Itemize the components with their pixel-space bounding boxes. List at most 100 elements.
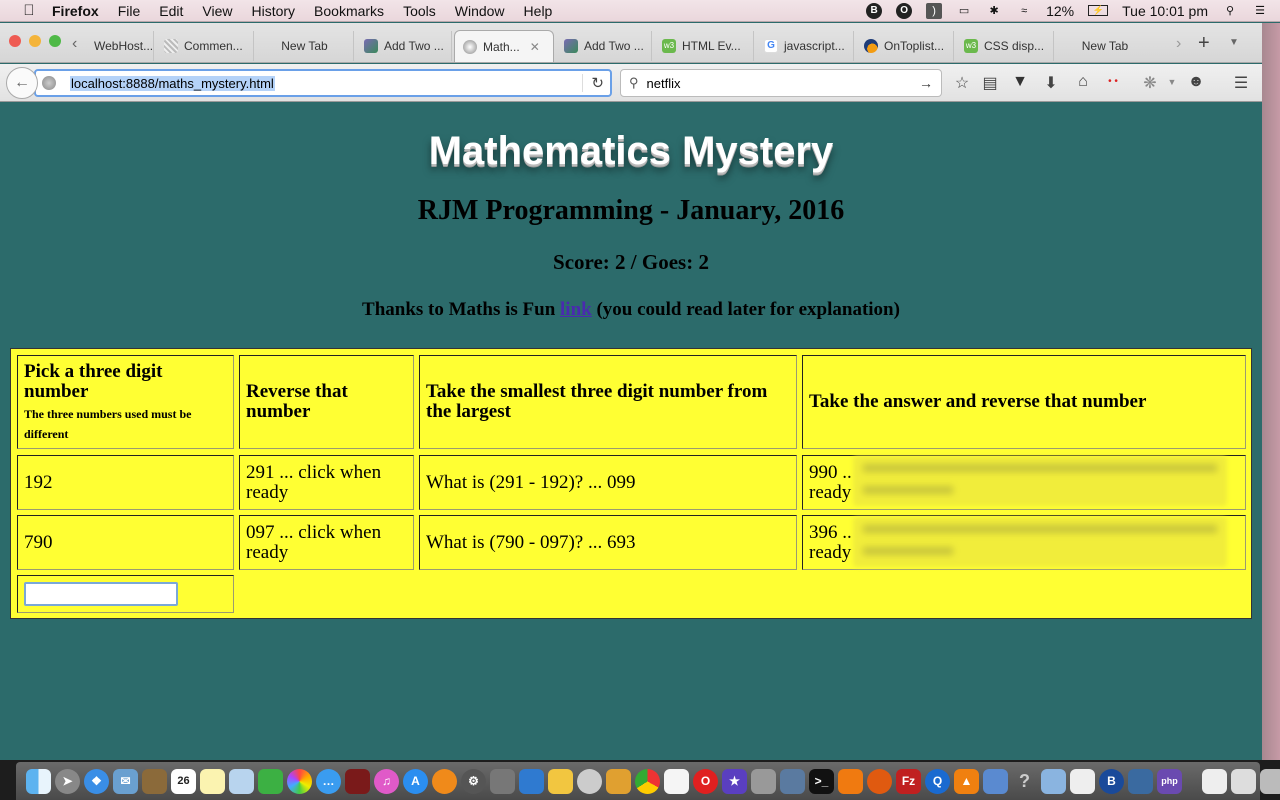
itunes-icon[interactable]: ♫	[374, 768, 399, 794]
notification-list-icon[interactable]: ☰	[1252, 3, 1268, 19]
notefile-icon[interactable]	[142, 768, 167, 794]
menu-help[interactable]: Help	[524, 3, 553, 19]
search-bar[interactable]: ⚲ netflix →	[620, 69, 942, 97]
tab-add-two-2[interactable]: Add Two ...	[556, 31, 652, 61]
downloads-icon[interactable]: ⬇	[1041, 73, 1061, 93]
calendar-icon[interactable]: 26	[171, 768, 196, 794]
terminal-icon[interactable]: >_	[809, 768, 834, 794]
pocket-icon[interactable]: ▼	[1010, 73, 1030, 91]
b-circle-icon[interactable]: B	[866, 2, 883, 19]
vlc-icon[interactable]: ▲	[954, 768, 979, 794]
menu-edit[interactable]: Edit	[159, 3, 183, 19]
maths-is-fun-link[interactable]: link	[560, 299, 592, 320]
clock[interactable]: Tue 10:01 pm	[1122, 3, 1208, 19]
window-minimize-button[interactable]	[29, 35, 41, 47]
site-identity-icon[interactable]	[42, 76, 56, 90]
cell-reverse[interactable]: 097 ... click when ready	[239, 515, 414, 570]
finder-icon[interactable]	[26, 768, 51, 794]
mail-icon[interactable]: ✉	[113, 768, 138, 794]
system-preferences-icon[interactable]: ⚙	[461, 768, 486, 794]
back-button[interactable]: ←	[6, 67, 38, 99]
help-icon[interactable]: ?	[1012, 769, 1037, 794]
chrome-icon[interactable]	[635, 768, 660, 794]
menu-view[interactable]: View	[202, 3, 232, 19]
extension-bug-icon[interactable]: ❋	[1140, 73, 1160, 93]
xcode-icon[interactable]	[519, 768, 544, 794]
virtualbox-icon[interactable]	[1128, 768, 1153, 794]
spotlight-search-icon[interactable]: ⚲	[1222, 3, 1238, 19]
wifi-icon[interactable]: ≈	[1016, 3, 1032, 19]
window-maximize-button[interactable]	[49, 35, 61, 47]
image-tool-icon[interactable]	[606, 768, 631, 794]
new-tab-button[interactable]: +	[1198, 32, 1210, 55]
tab-list-dropdown-icon[interactable]: ▼	[1229, 37, 1239, 48]
php-storm-icon[interactable]: php	[1157, 768, 1182, 794]
menu-firefox[interactable]: Firefox	[52, 3, 99, 19]
tab-html-events[interactable]: w3 HTML Ev...	[654, 31, 754, 61]
bluetooth-icon[interactable]: ✱	[986, 3, 1002, 19]
reload-icon[interactable]: ↻	[582, 74, 604, 92]
console-app-icon[interactable]	[577, 768, 602, 794]
tab-new-tab[interactable]: New Tab	[256, 31, 354, 61]
filezilla-icon[interactable]: Fz	[896, 768, 921, 794]
url-bar[interactable]: localhost:8888/maths_mystery.html ↻	[34, 69, 612, 97]
bookmark-star-icon[interactable]: ☆	[952, 73, 972, 93]
opera-icon[interactable]: O	[693, 768, 718, 794]
menu-bookmarks[interactable]: Bookmarks	[314, 3, 384, 19]
o-circle-icon[interactable]: O	[896, 2, 913, 19]
mail-attachment-icon[interactable]	[1231, 768, 1256, 794]
tab-new-tab-2[interactable]: New Tab	[1056, 31, 1154, 61]
apple-icon[interactable]: 	[20, 2, 38, 19]
textedit-icon[interactable]	[664, 768, 689, 794]
safari-icon[interactable]: ❖	[84, 768, 109, 794]
tab-ontoplist[interactable]: OnToplist...	[856, 31, 954, 61]
firefox-icon[interactable]	[867, 768, 892, 794]
menu-file[interactable]: File	[118, 3, 141, 19]
close-tab-icon[interactable]: ✕	[530, 40, 540, 54]
tab-add-two[interactable]: Add Two ...	[356, 31, 452, 61]
tab-javascript[interactable]: G javascript...	[756, 31, 854, 61]
chat-smiley-icon[interactable]: ☻	[1186, 73, 1206, 91]
search-input[interactable]: netflix	[647, 76, 681, 91]
reading-list-icon[interactable]: ▤	[980, 73, 1000, 93]
remote-desktop-icon[interactable]	[983, 768, 1008, 794]
menu-history[interactable]: History	[251, 3, 295, 19]
window-close-button[interactable]	[9, 35, 21, 47]
url-text[interactable]: localhost:8888/maths_mystery.html	[70, 75, 275, 91]
number-input[interactable]	[24, 582, 178, 606]
cell-subtract[interactable]: What is (790 - 097)? ... 693	[419, 515, 797, 570]
menu-tools[interactable]: Tools	[403, 3, 436, 19]
quicktime-icon[interactable]: Q	[925, 768, 950, 794]
airplay-icon[interactable]: ▭	[956, 3, 972, 19]
script-editor-icon[interactable]	[1070, 768, 1095, 794]
hamburger-menu-icon[interactable]: ☰	[1231, 73, 1251, 93]
search-go-icon[interactable]: →	[919, 75, 933, 91]
audio-icon[interactable]: )	[926, 2, 943, 19]
trash-icon[interactable]	[1260, 768, 1280, 794]
wireshark-icon[interactable]	[548, 768, 573, 794]
tab-comments[interactable]: Commen...	[156, 31, 254, 61]
virtualbox-box-icon[interactable]	[1041, 768, 1066, 794]
tabs-scroll-left-icon[interactable]: ‹	[72, 35, 77, 53]
gimp-icon[interactable]	[490, 768, 515, 794]
tab-webhost[interactable]: WebHost...	[86, 31, 154, 61]
bbedit-icon[interactable]: B	[1099, 768, 1124, 794]
battery-charging-icon[interactable]: ⚡	[1088, 5, 1109, 16]
tabs-scroll-right-icon[interactable]: ›	[1176, 35, 1181, 53]
extension-dropdown-icon[interactable]: ▼	[1162, 77, 1182, 87]
facetime-icon[interactable]	[258, 768, 283, 794]
cell-reverse[interactable]: 291 ... click when ready	[239, 455, 414, 510]
photo-booth-icon[interactable]	[345, 768, 370, 794]
document-icon[interactable]	[1202, 768, 1227, 794]
migration-assistant-icon[interactable]	[751, 768, 776, 794]
app-store-icon[interactable]: A	[403, 768, 428, 794]
menu-window[interactable]: Window	[455, 3, 505, 19]
preview-icon[interactable]	[229, 768, 254, 794]
messages-icon[interactable]: …	[316, 768, 341, 794]
extension-dots-icon[interactable]: • •	[1103, 76, 1123, 87]
cell-subtract[interactable]: What is (291 - 192)? ... 099	[419, 455, 797, 510]
notes-icon[interactable]	[200, 768, 225, 794]
tab-maths-mystery[interactable]: Math... ✕	[454, 30, 554, 62]
ibooks-icon[interactable]	[432, 768, 457, 794]
launchpad-icon[interactable]: ➤	[55, 768, 80, 794]
